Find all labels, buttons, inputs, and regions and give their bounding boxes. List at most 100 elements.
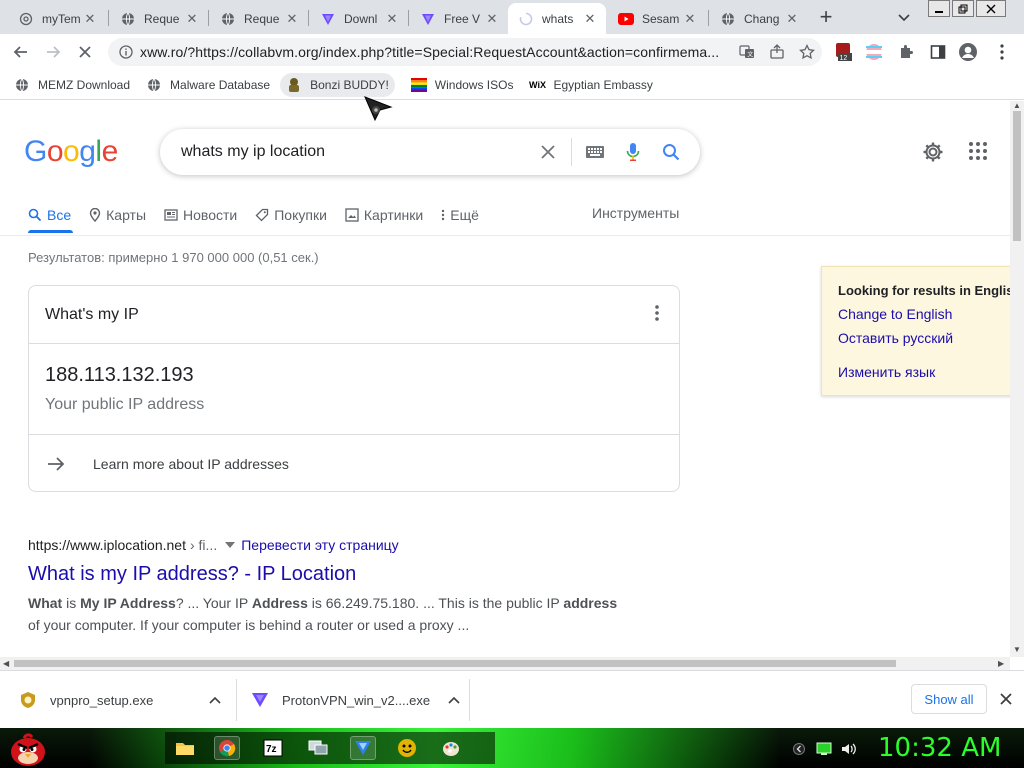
change-language-link[interactable]: Изменить язык — [838, 364, 1010, 380]
browser-tab[interactable]: Reque ✕ — [210, 3, 308, 34]
pride-flag-icon[interactable] — [864, 42, 884, 62]
horizontal-scrollbar[interactable]: ◀ ▶ — [0, 657, 1010, 670]
horizontal-scroll-thumb[interactable] — [14, 660, 896, 667]
result-title-link[interactable]: What is my IP address? - IP Location — [28, 563, 628, 586]
paint-icon[interactable] — [438, 736, 464, 760]
browser-tab[interactable]: myTem ✕ — [8, 3, 106, 34]
bookmark-item[interactable]: WiX Egyptian Embassy — [529, 77, 653, 93]
tab-more[interactable]: Ещё — [441, 203, 479, 227]
microphone-icon[interactable] — [614, 133, 652, 171]
show-all-downloads-button[interactable]: Show all — [911, 684, 987, 714]
extension-badge-icon[interactable]: 12 — [834, 42, 854, 62]
taskbar-clock[interactable]: 10:32 AM — [878, 733, 1001, 763]
clear-icon[interactable] — [529, 133, 567, 171]
chrome-icon[interactable] — [214, 736, 240, 760]
menu-kebab-icon[interactable] — [992, 42, 1012, 62]
protonvpn-icon[interactable] — [350, 736, 376, 760]
close-icon[interactable]: ✕ — [484, 11, 500, 27]
profile-avatar-icon[interactable] — [958, 42, 978, 62]
download-item[interactable]: ProtonVPN_win_v2....exe — [250, 671, 460, 729]
restore-button[interactable] — [952, 0, 974, 17]
bonzi-buddy-icon[interactable] — [394, 736, 420, 760]
keyboard-icon[interactable] — [576, 133, 614, 171]
chevron-up-icon[interactable] — [209, 696, 221, 704]
vertical-scrollbar[interactable]: ▲ ▼ — [1010, 101, 1024, 657]
settings-gear-icon[interactable] — [922, 141, 944, 168]
download-item[interactable]: vpnpro_setup.exe — [18, 671, 221, 729]
close-icon[interactable] — [996, 689, 1016, 709]
chevron-up-icon[interactable] — [448, 696, 460, 704]
keep-russian-link[interactable]: Оставить русский — [838, 330, 1010, 346]
7zip-icon[interactable]: 7z — [260, 736, 286, 760]
more-vert-icon[interactable] — [655, 304, 659, 327]
windows-flag-icon — [410, 77, 427, 93]
active-tab-underline — [28, 230, 73, 233]
extensions-puzzle-icon[interactable] — [896, 42, 916, 62]
start-button-angry-bird-icon[interactable] — [6, 728, 46, 768]
browser-tab[interactable]: Reque ✕ — [110, 3, 208, 34]
close-icon[interactable]: ✕ — [784, 11, 800, 27]
download-divider — [236, 679, 237, 721]
ip-card-title: What's my IP — [45, 305, 139, 323]
tab-all[interactable]: Все — [28, 203, 71, 227]
close-icon[interactable]: ✕ — [284, 11, 300, 27]
search-box[interactable]: whats my ip location — [160, 129, 700, 175]
forward-button[interactable] — [42, 41, 64, 63]
network-tray-icon[interactable] — [815, 740, 833, 758]
change-to-english-link[interactable]: Change to English — [838, 306, 1010, 322]
translate-page-link[interactable]: Перевести эту страницу — [241, 537, 398, 553]
tab-shopping[interactable]: Покупки — [255, 203, 327, 227]
search-result: https://www.iplocation.net › fi... Перев… — [28, 537, 628, 636]
tab-news[interactable]: Новости — [164, 203, 237, 227]
share-icon[interactable] — [762, 44, 792, 60]
folder-icon[interactable] — [172, 736, 198, 760]
bookmark-item[interactable]: Bonzi BUDDY! — [280, 72, 395, 97]
vertical-scroll-thumb[interactable] — [1013, 111, 1021, 241]
bookmark-item[interactable]: Malware Database — [146, 77, 270, 93]
minimize-button[interactable] — [928, 0, 950, 17]
network-computer-icon[interactable] — [305, 736, 331, 760]
bookmark-star-icon[interactable] — [792, 44, 822, 60]
scroll-left-arrow-icon[interactable]: ◀ — [3, 659, 9, 668]
search-icon[interactable] — [652, 133, 690, 171]
tab-maps[interactable]: Карты — [89, 203, 146, 227]
browser-tab[interactable]: Chang ✕ — [710, 3, 808, 34]
search-input[interactable]: whats my ip location — [160, 143, 529, 161]
tab-images[interactable]: Картинки — [345, 203, 423, 227]
info-icon[interactable] — [112, 45, 140, 59]
bookmark-item[interactable]: Windows ISOs — [410, 77, 513, 93]
stop-button[interactable] — [74, 41, 96, 63]
browser-tab[interactable]: Sesam ✕ — [608, 3, 706, 34]
scroll-right-arrow-icon[interactable]: ▶ — [998, 659, 1004, 668]
close-window-button[interactable] — [976, 0, 1006, 17]
close-icon[interactable]: ✕ — [184, 11, 200, 27]
download-filename: vpnpro_setup.exe — [50, 692, 154, 708]
scroll-down-arrow-icon[interactable]: ▼ — [1013, 645, 1021, 654]
browser-tab[interactable]: Downl ✕ — [310, 3, 408, 34]
google-logo[interactable]: Google — [24, 135, 118, 169]
scroll-up-arrow-icon[interactable]: ▲ — [1013, 101, 1021, 110]
tab-divider — [208, 10, 209, 26]
browser-tab-active[interactable]: whats ✕ — [508, 3, 606, 34]
close-icon[interactable]: ✕ — [682, 11, 698, 27]
browser-tab[interactable]: Free V ✕ — [410, 3, 508, 34]
result-site[interactable]: https://www.iplocation.net — [28, 537, 186, 553]
tab-search-chevron-icon[interactable] — [894, 8, 914, 28]
close-icon[interactable]: ✕ — [582, 11, 598, 27]
address-bar[interactable]: xww.ro/?https://collabvm.org/index.php?t… — [108, 38, 822, 66]
close-icon[interactable]: ✕ — [82, 11, 98, 27]
volume-icon[interactable] — [840, 740, 858, 758]
google-apps-icon[interactable] — [968, 141, 988, 166]
snippet-bold: Address — [251, 595, 308, 611]
translate-icon[interactable]: 文 — [732, 44, 762, 60]
learn-more-link[interactable]: Learn more about IP addresses — [29, 434, 679, 492]
tray-chevron-icon[interactable] — [790, 740, 808, 758]
side-panel-icon[interactable] — [928, 42, 948, 62]
bookmark-item[interactable]: MEMZ Download — [14, 77, 130, 93]
back-button[interactable] — [10, 41, 32, 63]
tools-button[interactable]: Инструменты — [592, 205, 679, 221]
caret-down-icon[interactable] — [225, 542, 236, 548]
url-text[interactable]: xww.ro/?https://collabvm.org/index.php?t… — [140, 44, 732, 60]
close-icon[interactable]: ✕ — [384, 11, 400, 27]
new-tab-button[interactable]: + — [814, 6, 838, 30]
